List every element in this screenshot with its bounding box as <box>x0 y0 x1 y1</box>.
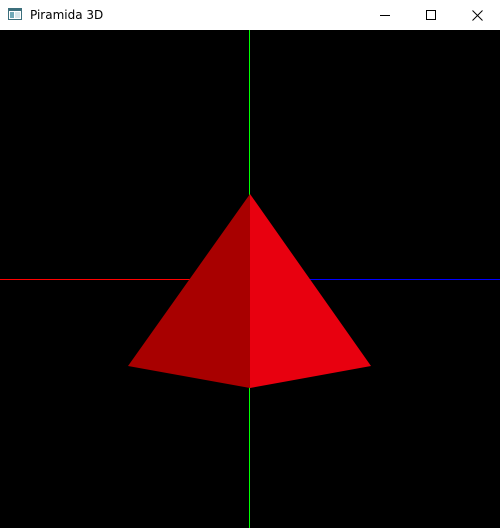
app-window-icon <box>8 7 23 22</box>
close-icon <box>471 9 483 21</box>
minimize-button[interactable] <box>362 0 408 30</box>
scene-viewport <box>0 30 500 528</box>
close-button[interactable] <box>454 0 500 30</box>
title-bar[interactable]: Piramida 3D <box>0 0 500 30</box>
maximize-icon <box>426 10 436 20</box>
minimize-icon <box>380 10 390 20</box>
window-title: Piramida 3D <box>30 8 104 22</box>
app-window: Piramida 3D <box>0 0 500 528</box>
opengl-canvas[interactable] <box>0 30 500 528</box>
maximize-button[interactable] <box>408 0 454 30</box>
